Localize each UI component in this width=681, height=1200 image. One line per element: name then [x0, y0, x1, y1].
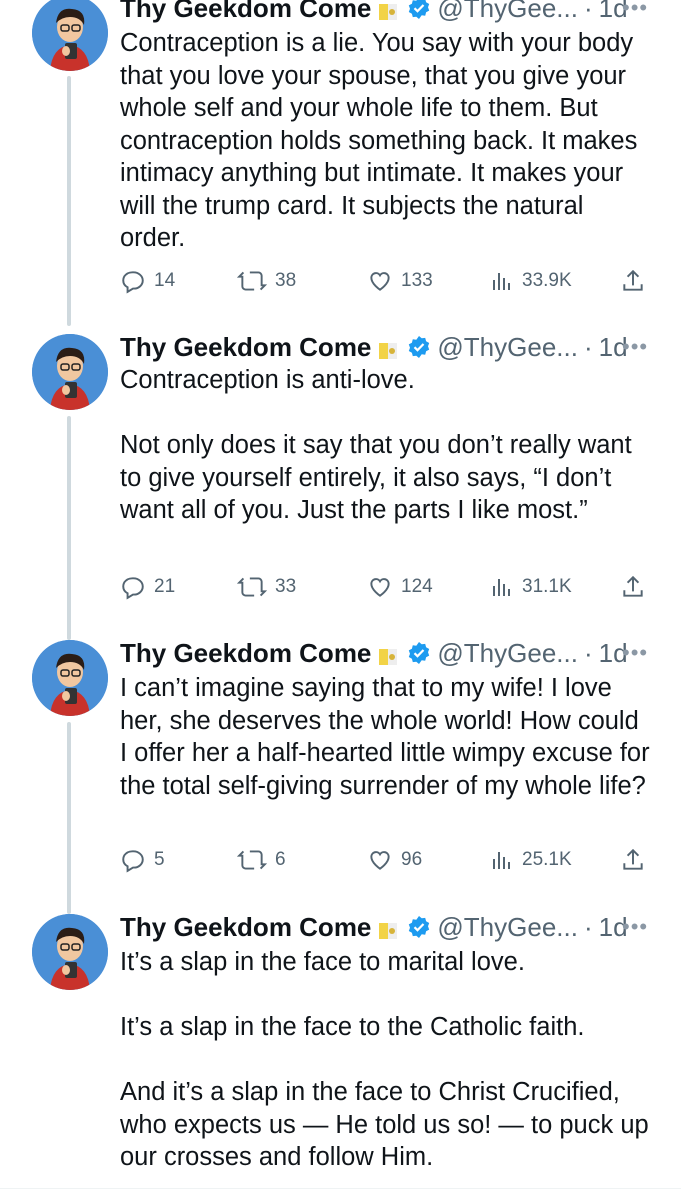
tweet-paragraph: Contraception is anti-love. [120, 366, 415, 394]
like-button[interactable]: 133 [367, 266, 433, 296]
like-icon [370, 851, 390, 870]
like-count: 96 [401, 849, 423, 870]
author-handle[interactable]: @ThyGee... [437, 912, 578, 943]
avatar-illustration [32, 640, 108, 716]
verified-badge-icon [407, 335, 431, 359]
reply-button[interactable]: 21 [120, 572, 175, 602]
share-icon [623, 848, 643, 870]
more-icon[interactable]: ••• [622, 914, 648, 940]
avatar-illustration [32, 914, 108, 990]
separator-dot: · [583, 331, 593, 362]
view-count: 31.1K [522, 576, 572, 597]
tweet-header: Thy Geekdom Come @ThyGee... · 1d ••• [120, 636, 647, 670]
views-icon [493, 579, 510, 596]
author-handle[interactable]: @ThyGee... [437, 0, 578, 24]
separator-dot: · [583, 637, 593, 668]
author-handle[interactable]: @ThyGee... [437, 332, 578, 363]
like-icon [370, 578, 390, 597]
like-count: 124 [401, 576, 433, 597]
like-count: 133 [401, 270, 433, 291]
tweet-paragraph: It’s a slap in the face to marital love. [120, 948, 525, 976]
avatar[interactable] [32, 0, 108, 71]
views-icon [493, 273, 510, 290]
views-button[interactable]: 33.9K [490, 266, 572, 296]
divider [0, 1188, 681, 1189]
tweet-paragraph: Contraception is a lie. You say with you… [120, 29, 638, 252]
more-icon[interactable]: ••• [622, 640, 648, 666]
author-handle[interactable]: @ThyGee... [437, 638, 578, 669]
reply-count: 14 [154, 270, 176, 291]
share-button[interactable] [620, 845, 654, 875]
reply-icon [122, 577, 144, 600]
view-count: 33.9K [522, 270, 572, 291]
retweet-icon [237, 577, 267, 597]
retweet-count: 33 [275, 576, 297, 597]
tweet-text: Contraception is anti-love. Not only doe… [120, 364, 650, 527]
tweet-actions: 14 38 133 33.9K [120, 266, 650, 296]
tweet-paragraph: And it’s a slap in the face to Christ Cr… [120, 1078, 649, 1171]
author-name[interactable]: Thy Geekdom Come [120, 332, 371, 363]
tweet-text: I can’t imagine saying that to my wife! … [120, 672, 650, 802]
more-icon[interactable]: ••• [622, 334, 648, 360]
tweet-actions: 5 6 96 25.1K [120, 845, 650, 875]
tweet-actions: 21 33 124 31.1K [120, 572, 650, 602]
views-icon [493, 852, 510, 869]
separator-dot: · [583, 0, 593, 23]
share-button[interactable] [620, 266, 654, 296]
separator-dot: · [583, 911, 593, 942]
reply-icon [122, 850, 144, 873]
reply-count: 5 [154, 849, 165, 870]
avatar[interactable] [32, 640, 108, 716]
reply-button[interactable]: 5 [120, 845, 165, 875]
views-button[interactable]: 25.1K [490, 845, 572, 875]
reply-icon [122, 271, 144, 294]
share-icon [623, 269, 643, 291]
like-button[interactable]: 124 [367, 572, 433, 602]
share-icon [623, 575, 643, 597]
papal-flag-icon [379, 0, 398, 20]
tweet-header: Thy Geekdom Come @ThyGee... · 1d ••• [120, 910, 647, 944]
avatar[interactable] [32, 334, 108, 410]
tweet-header: Thy Geekdom Come @ThyGee... · 1d ••• [120, 330, 647, 364]
views-button[interactable]: 31.1K [490, 572, 572, 602]
retweet-icon [237, 850, 267, 870]
tweet-header: Thy Geekdom Come @ThyGee... · 1d ••• [120, 0, 647, 25]
author-name[interactable]: Thy Geekdom Come [120, 912, 371, 943]
tweet-text: It’s a slap in the face to marital love.… [120, 946, 650, 1174]
avatar-illustration [32, 334, 108, 410]
more-icon[interactable]: ••• [622, 0, 648, 21]
view-count: 25.1K [522, 849, 572, 870]
tweet-paragraph: Not only does it say that you don’t real… [120, 431, 632, 524]
thread-line [67, 722, 71, 914]
verified-badge-icon [407, 641, 431, 665]
papal-flag-icon [379, 917, 398, 939]
like-icon [370, 272, 390, 291]
retweet-icon [237, 271, 267, 291]
author-name[interactable]: Thy Geekdom Come [120, 638, 371, 669]
papal-flag-icon [379, 337, 398, 359]
retweet-button[interactable]: 38 [237, 266, 296, 296]
tweet-paragraph: I can’t imagine saying that to my wife! … [120, 674, 650, 800]
tweet-paragraph: It’s a slap in the face to the Catholic … [120, 1013, 585, 1041]
retweet-button[interactable]: 33 [237, 572, 296, 602]
avatar[interactable] [32, 914, 108, 990]
thread-line [67, 76, 71, 326]
retweet-count: 6 [275, 849, 286, 870]
avatar-illustration [32, 0, 108, 71]
like-button[interactable]: 96 [367, 845, 422, 875]
thread-line [67, 416, 71, 640]
retweet-button[interactable]: 6 [237, 845, 286, 875]
reply-count: 21 [154, 576, 176, 597]
share-button[interactable] [620, 572, 654, 602]
tweet-text: Contraception is a lie. You say with you… [120, 27, 650, 255]
reply-button[interactable]: 14 [120, 266, 175, 296]
verified-badge-icon [407, 0, 431, 20]
retweet-count: 38 [275, 270, 297, 291]
author-name[interactable]: Thy Geekdom Come [120, 0, 371, 24]
papal-flag-icon [379, 643, 398, 665]
verified-badge-icon [407, 915, 431, 939]
